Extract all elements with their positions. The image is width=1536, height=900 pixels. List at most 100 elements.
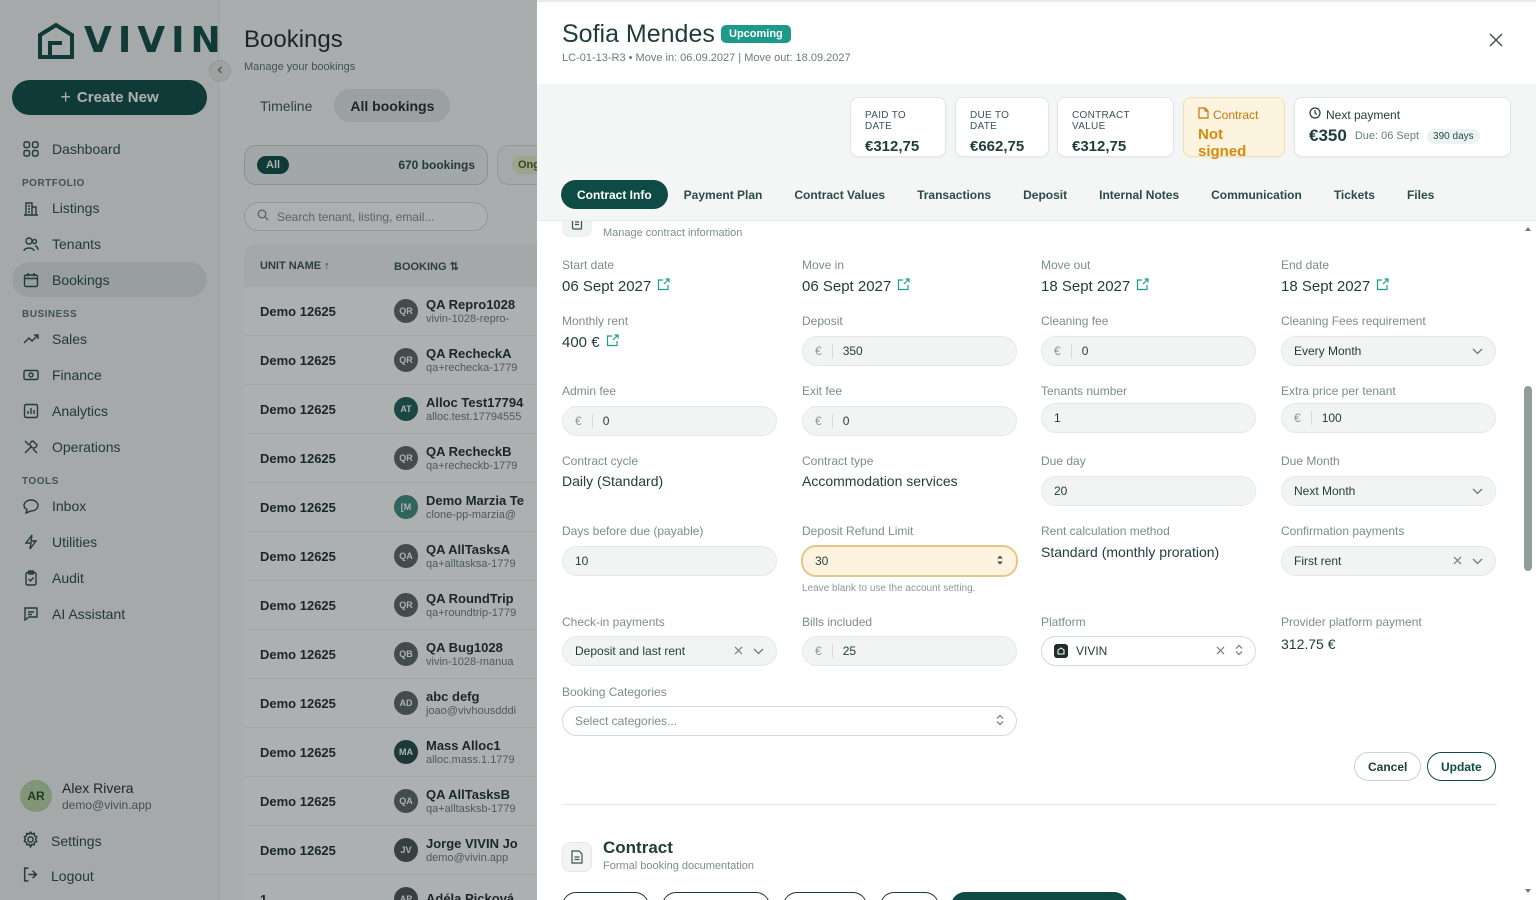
contract-action-button[interactable] [662,892,770,900]
due-month-select[interactable]: Next Month [1281,476,1496,506]
stepper-icon[interactable] [996,554,1004,569]
contract-type-label: Contract type [802,454,874,468]
platform-select[interactable]: VIVIN [1041,636,1256,666]
status-badge: Upcoming [721,25,791,43]
contract-value-amount: €312,75 [1072,138,1127,155]
contract-action-button[interactable] [783,892,867,900]
monthly-rent-label: Monthly rent [562,314,629,328]
paid-to-date-card: PAID TO DATE €312,75 [850,97,946,157]
categories-label: Booking Categories [562,685,667,699]
edit-icon[interactable] [657,278,670,295]
deposit-refund-value: 30 [815,554,829,568]
start-date-label: Start date [562,258,615,272]
update-button[interactable]: Update [1427,752,1496,781]
modal-backdrop[interactable] [0,0,537,900]
edit-icon[interactable] [897,278,910,295]
clear-icon[interactable] [734,644,743,658]
scroll-down-icon[interactable] [1524,888,1532,894]
edit-icon[interactable] [1136,278,1149,295]
next-payment-amount: €350 [1309,126,1347,145]
confirmation-select[interactable]: First rent [1281,546,1496,576]
tab-internal-notes[interactable]: Internal Notes [1083,180,1195,209]
monthly-rent-value: 400 € [562,334,619,351]
tenants-number-value: 1 [1054,411,1061,425]
next-payment-label-text: Next payment [1326,107,1401,122]
cancel-button[interactable]: Cancel [1354,752,1422,781]
tab-deposit[interactable]: Deposit [1007,180,1083,209]
end-date-value: 18 Sept 2027 [1281,278,1389,295]
platform-value: VIVIN [1076,644,1108,658]
categories-select[interactable]: Select categories... [562,706,1017,736]
chevron-down-icon [1472,484,1483,498]
checkin-value: Deposit and last rent [575,644,686,658]
close-button[interactable] [1486,32,1506,52]
edit-icon[interactable] [606,334,619,351]
contract-primary-button[interactable] [951,892,1128,900]
move-out-label: Move out [1041,258,1091,272]
edit-icon[interactable] [1376,278,1389,295]
extra-price-label: Extra price per tenant [1281,384,1396,398]
checkin-select[interactable]: Deposit and last rent [562,636,777,666]
drawer-scrollbar[interactable] [1524,226,1532,896]
cleaning-req-select[interactable]: Every Month [1281,336,1496,366]
tenants-number-input[interactable]: 1 [1041,403,1256,433]
clear-icon[interactable] [1216,644,1225,658]
due-day-input[interactable]: 20 [1041,476,1256,506]
contract-label-text: Contract [1213,107,1259,122]
tab-communication[interactable]: Communication [1195,180,1318,209]
close-icon [1489,32,1503,52]
bills-value: 25 [842,644,857,658]
contract-action-button[interactable] [880,892,939,900]
provider-value: 312.75 € [1281,636,1336,652]
contract-value-label: CONTRACT VALUE [1072,110,1130,132]
tab-contract-info[interactable]: Contract Info [561,180,668,209]
tenant-name: Sofia Mendes [562,20,715,48]
cleaning-req-value: Every Month [1294,344,1362,358]
deposit-refund-input[interactable]: 30 [801,545,1018,577]
confirmation-label: Confirmation payments [1281,524,1405,538]
bills-input[interactable]: € 25 [802,636,1017,666]
scroll-up-icon[interactable] [1524,226,1532,232]
rent-calc-label: Rent calculation method [1041,524,1170,538]
move-in-text: 06 Sept 2027 [802,278,892,295]
clock-icon [1309,107,1321,122]
contract-section-subtitle: Formal booking documentation [603,860,755,872]
start-date-value: 06 Sept 2027 [562,278,670,295]
checkin-label: Check-in payments [562,615,665,629]
tab-contract-values[interactable]: Contract Values [778,180,901,209]
section-divider [562,804,1497,805]
days-before-due-value: 10 [575,554,589,568]
section-subtitle: Manage contract information [603,227,743,239]
admin-fee-input[interactable]: € 0 [562,406,777,436]
scrollbar-thumb[interactable] [1524,386,1532,571]
due-to-date-value: €662,75 [970,138,1025,155]
exit-fee-input[interactable]: € 0 [802,406,1017,436]
contract-status-card[interactable]: Contract Not signed [1183,97,1285,160]
tab-files[interactable]: Files [1391,180,1450,209]
tab-payment-plan[interactable]: Payment Plan [668,180,779,209]
days-before-due-input[interactable]: 10 [562,546,777,576]
platform-label: Platform [1041,615,1086,629]
document-icon [562,842,592,872]
categories-placeholder: Select categories... [575,714,678,728]
extra-price-input[interactable]: € 100 [1281,403,1496,433]
tab-transactions[interactable]: Transactions [901,180,1007,209]
currency-symbol: € [1054,344,1072,358]
next-payment-days-badge: 390 days [1427,128,1480,144]
contract-cycle-value: Daily (Standard) [562,473,664,489]
chevron-down-icon [753,644,764,658]
chevron-down-icon [1472,554,1483,568]
next-payment-card: Next payment €350 Due: 06 Sept 390 days [1294,97,1511,157]
monthly-rent-text: 400 € [562,334,600,351]
deposit-input[interactable]: € 350 [802,336,1017,366]
tab-tickets[interactable]: Tickets [1318,180,1391,209]
contract-info-panel: Manage contract information Start date 0… [537,221,1522,900]
move-out-value: 18 Sept 2027 [1041,278,1149,295]
move-in-label: Move in [802,258,845,272]
extra-price-value: 100 [1321,411,1342,425]
cleaning-fee-input[interactable]: € 0 [1041,336,1256,366]
contract-action-button[interactable] [562,892,649,900]
summary-band: PAID TO DATE €312,75 DUE TO DATE €662,75… [537,84,1536,221]
clear-icon[interactable] [1453,554,1462,568]
admin-fee-label: Admin fee [562,384,617,398]
